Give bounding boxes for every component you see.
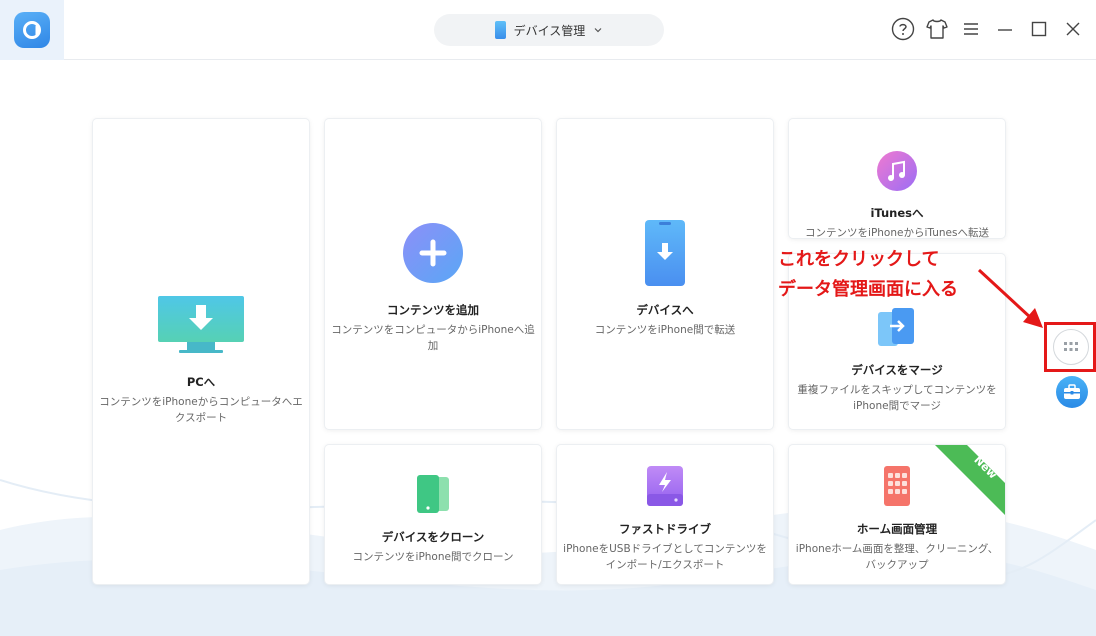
card-desc: コンテンツをiPhoneからiTunesへ転送 [805,227,989,238]
close-button[interactable] [1060,16,1086,42]
card-home-screen[interactable]: New ホーム画面管理 iPhoneホーム画面を整理、クリーニング、バックアップ [789,445,1005,584]
clone-phones-icon [417,475,449,513]
card-clone-device[interactable]: デバイスをクローン コンテンツをiPhone間でクローン [325,445,541,584]
annotation-text: これをクリックして データ管理画面に入る [778,245,958,305]
maximize-button[interactable] [1026,16,1052,42]
card-title: コンテンツを追加 [387,303,479,317]
card-title: iTunesへ [870,206,924,220]
card-desc: コンテンツをコンピュータからiPhoneへ追加 [331,324,535,352]
card-fast-drive[interactable]: ファストドライブ iPhoneをUSBドライブとしてコンテンツをインポート/エク… [557,445,773,584]
card-desc: iPhoneホーム画面を整理、クリーニング、バックアップ [795,543,999,571]
card-title: ファストドライブ [619,522,711,536]
card-to-device[interactable]: デバイスへ コンテンツをiPhone間で転送 [557,119,773,429]
usb-drive-icon [647,466,683,506]
card-desc: iPhoneをUSBドライブとしてコンテンツをインポート/エクスポート [563,543,767,571]
grid-icon [1064,342,1078,351]
window-controls [890,16,1086,42]
title-bar: デバイス管理 [0,0,1096,60]
phone-download-icon [645,220,685,286]
minimize-button[interactable] [992,16,1018,42]
card-title: デバイスをマージ [851,363,943,377]
menu-button[interactable] [958,16,984,42]
card-title: PCへ [186,375,216,389]
merge-phones-icon [878,308,914,346]
close-icon [1066,22,1080,36]
skin-button[interactable] [924,16,950,42]
new-badge [935,445,1005,515]
home-screen-icon [884,466,910,506]
card-to-pc[interactable]: PCへ コンテンツをiPhoneからコンピュータへエクスポート [93,119,309,584]
card-desc: 重複ファイルをスキップしてコンテンツをiPhone間でマージ [797,384,997,412]
help-button[interactable] [890,16,916,42]
card-add-content[interactable]: コンテンツを追加 コンテンツをコンピュータからiPhoneへ追加 [325,119,541,429]
card-desc: コンテンツをiPhone間でクローン [352,551,514,563]
data-manager-button[interactable] [1053,329,1089,365]
menu-icon [964,23,978,35]
skin-icon [926,19,948,39]
card-to-itunes[interactable]: iTunesへ コンテンツをiPhoneからiTunesへ転送 [789,119,1005,238]
device-selector[interactable]: デバイス管理 [434,14,664,46]
device-selector-label: デバイス管理 [513,23,586,38]
card-title: ホーム画面管理 [856,522,938,536]
card-desc: コンテンツをiPhone間で転送 [594,324,736,336]
plus-circle-icon [403,223,463,283]
monitor-download-icon [158,296,244,353]
chevron-down-icon [594,28,602,33]
maximize-icon [1031,21,1047,37]
phone-icon [494,21,506,39]
annotation-line-1: これをクリックして [778,249,940,270]
card-desc: コンテンツをiPhoneからコンピュータへエクスポート [99,396,303,424]
card-title: デバイスをクローン [381,530,485,544]
toolbox-icon [1064,384,1080,399]
minimize-icon [998,29,1012,31]
toolbox-button[interactable] [1056,376,1088,408]
annotation-line-2: データ管理画面に入る [778,279,958,300]
app-logo[interactable] [0,0,64,60]
app-logo-icon [14,12,50,48]
arrow-icon [977,268,1043,328]
help-icon [891,17,915,41]
music-note-icon [877,151,917,191]
card-title: デバイスへ [636,303,694,317]
